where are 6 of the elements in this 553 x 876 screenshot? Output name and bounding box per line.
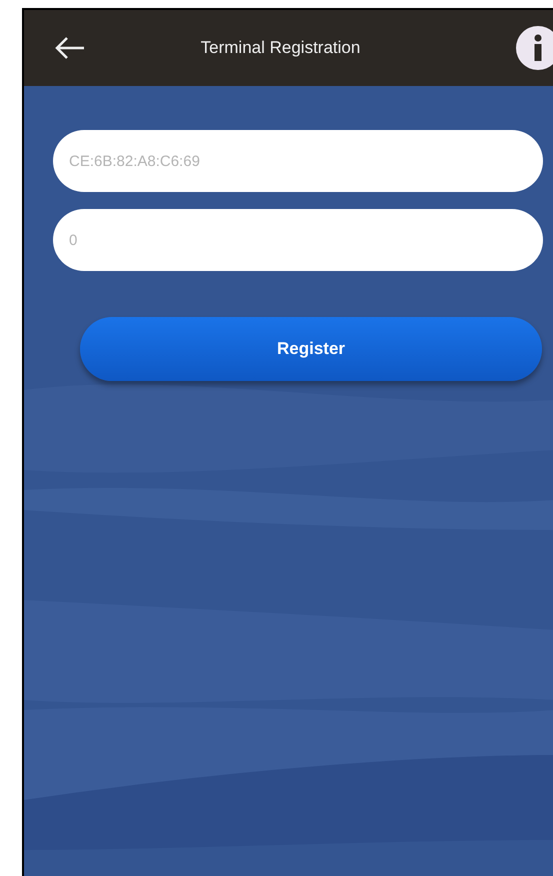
input-field[interactable]: 0	[53, 209, 543, 271]
back-button[interactable]	[54, 36, 86, 60]
input-field[interactable]: CE:6B:82:A8:C6:69	[53, 130, 543, 192]
register-button[interactable]: Register	[80, 317, 542, 381]
page-title: Terminal Registration	[200, 38, 362, 58]
info-button[interactable]	[515, 25, 553, 71]
